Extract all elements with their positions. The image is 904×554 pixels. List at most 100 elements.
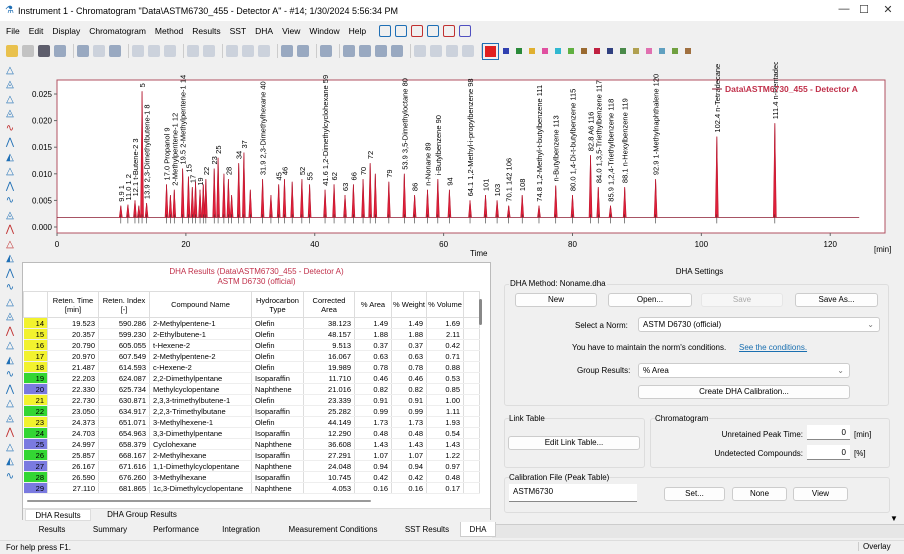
table-row[interactable]: 26 25.857 668.167 2-Methylhexane Isoparaffin… [23, 449, 480, 461]
table-row[interactable]: 16 20.790 605.055 t-Hexene-2 Olefin 9.513 0.37… [23, 339, 480, 351]
table-row[interactable]: 24 24.703 654.963 3,3-Dimethylpentane Isopar… [23, 427, 480, 439]
peak-tool-icon[interactable]: ⋀ [4, 224, 16, 236]
column-header[interactable] [23, 291, 48, 318]
create-dha-calibration-button[interactable]: Create DHA Calibration... [638, 385, 850, 399]
none-button[interactable]: None [732, 487, 787, 501]
color-swatch[interactable] [659, 48, 665, 54]
color-swatch[interactable] [646, 48, 652, 54]
redo-icon[interactable] [203, 45, 215, 57]
wrench-icon[interactable] [281, 45, 293, 57]
maximize-button[interactable]: ☐ [856, 3, 872, 16]
horizontal-scrollbar[interactable] [27, 500, 371, 502]
menu-view[interactable]: View [282, 26, 300, 36]
peak-tool-icon[interactable]: ∿ [4, 195, 16, 207]
open-folder-icon[interactable] [6, 45, 18, 57]
tab-measurement-conditions[interactable]: Measurement Conditions [272, 522, 394, 537]
color-swatch[interactable] [503, 48, 509, 54]
tab-integration[interactable]: Integration [212, 522, 270, 537]
peak-tool-icon[interactable]: ∿ [4, 369, 16, 381]
color-swatch[interactable] [633, 48, 639, 54]
peak-tool-icon[interactable]: ◬ [4, 108, 16, 120]
column-header[interactable]: Reten. Index [-] [98, 291, 150, 318]
close-button[interactable]: ✕ [880, 3, 896, 16]
tab-performance[interactable]: Performance [142, 522, 210, 537]
fit-icon[interactable] [359, 45, 371, 57]
peak-tool-icon[interactable]: ◭ [4, 152, 16, 164]
color-swatch[interactable] [594, 48, 600, 54]
undo-icon[interactable] [187, 45, 199, 57]
table-row[interactable]: 21 22.730 630.871 2,3,3-trimethylbutene-1 Ol… [23, 394, 480, 406]
set-button[interactable]: Set... [664, 487, 725, 501]
menu-results[interactable]: Results [192, 26, 220, 36]
last-icon[interactable] [462, 45, 474, 57]
new-button[interactable]: New [515, 293, 597, 307]
save-icon[interactable] [22, 45, 34, 57]
calculator-icon[interactable] [391, 45, 403, 57]
peak-tool-icon[interactable]: ⋀ [4, 268, 16, 280]
menu-display[interactable]: Display [52, 26, 80, 36]
column-header[interactable]: Reten. Time [min] [47, 291, 99, 318]
open-button[interactable]: Open... [608, 293, 692, 307]
peak-tool-icon[interactable]: ∿ [4, 471, 16, 483]
move-icon[interactable] [343, 45, 355, 57]
column-header[interactable]: % Weight [391, 291, 427, 318]
first-icon[interactable] [414, 45, 426, 57]
menu-tool-icon[interactable] [459, 24, 472, 37]
next-icon[interactable] [446, 45, 458, 57]
cut-icon[interactable] [132, 45, 144, 57]
copy-icon[interactable] [148, 45, 160, 57]
view-button[interactable]: View [793, 487, 848, 501]
minimize-button[interactable]: — [836, 3, 852, 15]
peak-tool-icon[interactable]: ◬ [4, 210, 16, 222]
table-row[interactable]: 29 27.110 681.865 1c,3-Dimethylcyclopentane… [23, 482, 480, 494]
peak-tool-icon[interactable]: △ [4, 442, 16, 454]
tab-summary[interactable]: Summary [80, 522, 140, 537]
menu-edit[interactable]: Edit [29, 26, 44, 36]
column-header[interactable]: Corrected Area [303, 291, 355, 318]
color-swatch[interactable] [581, 48, 587, 54]
table-row[interactable]: 28 26.590 676.260 3-Methylhexane Isoparaffin… [23, 471, 480, 483]
color-swatch[interactable] [529, 48, 535, 54]
save-button[interactable]: Save [701, 293, 783, 307]
color-swatch[interactable] [672, 48, 678, 54]
table-row[interactable]: 14 19.523 590.286 2-Methylpentene-1 Olefin 38… [23, 317, 480, 329]
peak-tool-icon[interactable]: △ [4, 398, 16, 410]
selected-color-swatch[interactable] [482, 42, 499, 60]
print-icon[interactable] [109, 45, 121, 57]
menu-help[interactable]: Help [349, 26, 366, 36]
color-swatch[interactable] [516, 48, 522, 54]
column-header[interactable]: % Volume [426, 291, 464, 318]
peak-tool-icon[interactable]: △ [4, 94, 16, 106]
peak-tool-icon[interactable]: △ [4, 340, 16, 352]
menu-window[interactable]: Window [309, 26, 339, 36]
menu-chromatogram[interactable]: Chromatogram [89, 26, 146, 36]
color-swatch[interactable] [542, 48, 548, 54]
color-swatch[interactable] [685, 48, 691, 54]
peak-tool-icon[interactable]: ⋀ [4, 326, 16, 338]
table-row[interactable]: 22 23.050 634.917 2,2,3-Trimethylbutane Isop… [23, 405, 480, 417]
peak-tool-icon[interactable]: ◬ [4, 311, 16, 323]
vertical-scrollbar[interactable] [479, 299, 482, 325]
peak-tool-icon[interactable]: ◬ [4, 413, 16, 425]
color-swatch[interactable] [620, 48, 626, 54]
export-icon[interactable] [54, 45, 66, 57]
subtab-dha-group-results[interactable]: DHA Group Results [97, 509, 187, 521]
calibration-file-input[interactable]: ASTM6730 [509, 484, 637, 502]
peak-tool-icon[interactable]: ⋀ [4, 181, 16, 193]
menu-tool-icon[interactable] [427, 24, 440, 37]
menu-tool-icon[interactable] [443, 24, 456, 37]
peak-tool-icon[interactable]: ⋀ [4, 137, 16, 149]
peak-tool-icon[interactable]: ⋀ [4, 384, 16, 396]
help-icon[interactable] [297, 45, 309, 57]
prev-icon[interactable] [430, 45, 442, 57]
peak-tool-icon[interactable]: ◭ [4, 355, 16, 367]
column-header[interactable]: % Area [354, 291, 392, 318]
chromatogram-chart[interactable]: 0.000 0.005 0.010 0.015 0.020 0.025 0 20 40 60 80 1… [22, 34, 904, 259]
norm-select[interactable]: ASTM D6730 (official) ⌄ [638, 317, 880, 332]
close-icon[interactable] [38, 45, 50, 57]
peak-tool-icon[interactable]: ◭ [4, 253, 16, 265]
peak-tool-icon[interactable]: ∿ [4, 282, 16, 294]
chromatogram-icon[interactable] [320, 45, 332, 57]
table-row[interactable]: 25 24.997 658.379 Cyclohexane Naphthene 36.60… [23, 438, 480, 450]
zoom-out-icon[interactable] [242, 45, 254, 57]
